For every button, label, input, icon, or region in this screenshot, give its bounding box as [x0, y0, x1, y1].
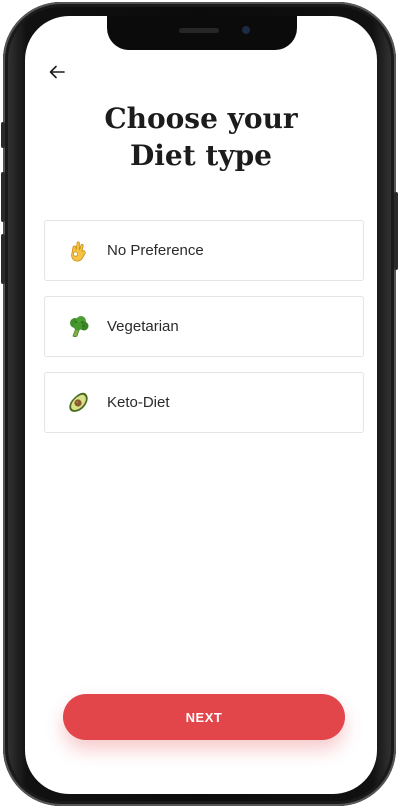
avocado-icon	[67, 391, 91, 415]
diet-options-list: No Preference Vegetarian Keto-Diet	[44, 220, 364, 448]
option-keto-diet[interactable]: Keto-Diet	[44, 372, 364, 433]
option-label: Keto-Diet	[107, 394, 170, 411]
option-label: No Preference	[107, 242, 204, 259]
app-screen: Choose your Diet type No Preference Vege…	[25, 16, 377, 794]
front-camera	[242, 26, 250, 34]
option-label: Vegetarian	[107, 318, 179, 335]
volume-down-button	[1, 234, 5, 284]
page-title: Choose your Diet type	[25, 100, 377, 174]
option-vegetarian[interactable]: Vegetarian	[44, 296, 364, 357]
arrow-left-icon	[49, 65, 65, 79]
broccoli-icon	[67, 315, 91, 339]
back-button[interactable]	[45, 60, 69, 84]
speaker-grille	[179, 28, 219, 33]
power-button	[394, 192, 398, 270]
option-no-preference[interactable]: No Preference	[44, 220, 364, 281]
phone-frame: Choose your Diet type No Preference Vege…	[1, 2, 398, 806]
page-title-line2: Diet type	[129, 139, 272, 172]
ok-hand-icon	[67, 239, 91, 263]
next-button[interactable]: NEXT	[63, 694, 345, 740]
notch	[107, 16, 297, 50]
page-title-line1: Choose your	[104, 102, 298, 135]
mute-switch	[1, 122, 5, 148]
volume-up-button	[1, 172, 5, 222]
